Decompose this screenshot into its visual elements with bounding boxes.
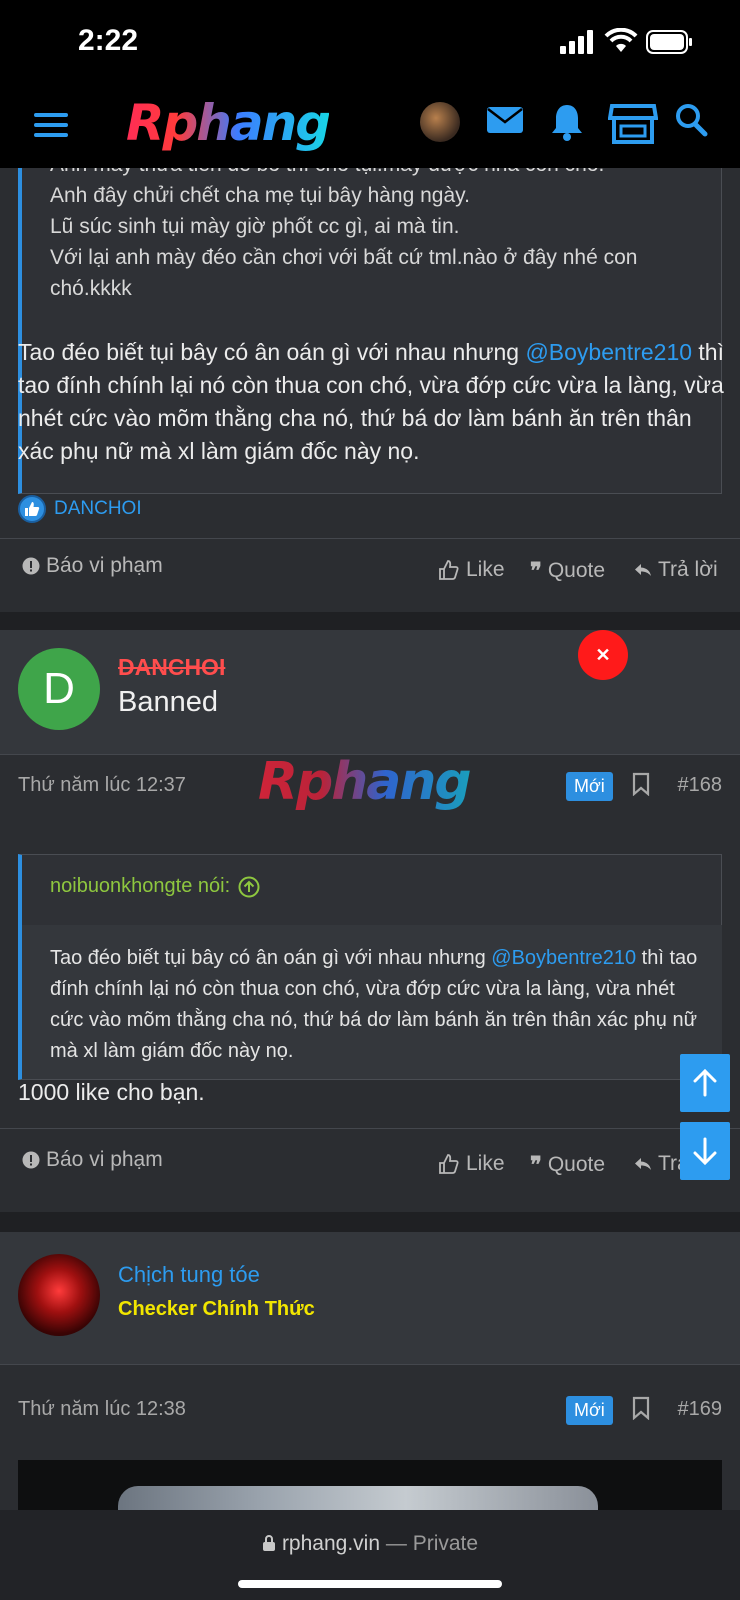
new-badge: Mới bbox=[566, 772, 613, 801]
quote-button[interactable]: ❞ Quote bbox=[530, 558, 605, 584]
quote-line: Anh đây chửi chết cha mẹ tụi bây hàng ng… bbox=[50, 184, 470, 207]
battery-icon bbox=[646, 30, 692, 54]
user-avatar-initial[interactable]: D bbox=[18, 648, 100, 730]
site-logo[interactable]: Rphang bbox=[126, 94, 331, 152]
url-display[interactable]: rphang.vin — Private bbox=[0, 1532, 740, 1556]
store-icon[interactable] bbox=[608, 102, 658, 146]
reaction-bar[interactable]: DANCHOI bbox=[18, 494, 142, 524]
image-preview bbox=[118, 1486, 598, 1510]
thumbs-up-icon bbox=[439, 1154, 459, 1174]
post-date[interactable]: Thứ năm lúc 12:37 bbox=[18, 774, 186, 797]
post-actions: Báo vi phạm Like ❞ Quote Trả lời bbox=[0, 1148, 740, 1188]
scroll-bottom-button[interactable] bbox=[680, 1122, 730, 1180]
new-badge: Mới bbox=[566, 1396, 613, 1425]
bookmark-icon[interactable] bbox=[632, 1396, 650, 1420]
divider bbox=[0, 1128, 740, 1129]
lock-icon bbox=[262, 1535, 275, 1551]
post-user-header: Chịch tung tóe Checker Chính Thức bbox=[0, 1232, 740, 1364]
browser-address-bar[interactable]: rphang.vin — Private bbox=[0, 1510, 740, 1600]
report-label: Báo vi phạm bbox=[46, 1148, 163, 1171]
like-label: Like bbox=[466, 558, 505, 581]
bell-icon[interactable] bbox=[550, 102, 584, 142]
alert-icon bbox=[22, 1151, 40, 1169]
reply-button[interactable]: Trả lời bbox=[634, 558, 718, 582]
report-label: Báo vi phạm bbox=[46, 554, 163, 577]
post-body: Tao đéo biết tụi bây có ân oán gì với nh… bbox=[18, 336, 728, 468]
post-separator bbox=[0, 612, 740, 630]
reply-label: Trả lời bbox=[658, 558, 718, 581]
quote-button[interactable]: ❞ Quote bbox=[530, 1152, 605, 1178]
user-title: Banned bbox=[118, 686, 218, 718]
hamburger-menu-icon[interactable] bbox=[34, 110, 68, 140]
wifi-icon bbox=[604, 28, 638, 52]
domain: rphang.vin bbox=[281, 1532, 381, 1555]
mention-link[interactable]: @Boybentre210 bbox=[491, 947, 636, 969]
report-button[interactable]: Báo vi phạm bbox=[22, 554, 163, 578]
post-separator bbox=[0, 1212, 740, 1232]
jump-up-icon bbox=[238, 876, 260, 897]
like-button[interactable]: Like bbox=[438, 558, 505, 582]
quote-header[interactable]: noibuonkhongte nói: bbox=[50, 875, 260, 898]
home-indicator[interactable] bbox=[238, 1580, 502, 1588]
arrow-down-icon bbox=[693, 1137, 717, 1165]
close-ad-button[interactable]: ✕ bbox=[578, 630, 628, 680]
quote-text: Tao đéo biết tụi bây có ân oán gì với nh… bbox=[50, 943, 710, 1067]
thread-content: Anh mày thừa tiền để bố thí cho tụi.mày … bbox=[0, 168, 740, 1510]
thumbs-up-icon bbox=[439, 560, 459, 580]
post-actions: Báo vi phạm Like ❞ Quote Trả lời bbox=[0, 554, 740, 594]
quote-icon: ❞ bbox=[530, 1152, 542, 1177]
user-avatar[interactable] bbox=[420, 102, 460, 142]
reply-icon bbox=[635, 1158, 651, 1170]
reply-icon bbox=[635, 564, 651, 576]
alert-icon bbox=[22, 557, 40, 575]
bookmark-icon[interactable] bbox=[632, 772, 650, 796]
quote-label: Quote bbox=[547, 559, 606, 582]
private-mode: Private bbox=[412, 1532, 479, 1555]
top-navbar: Rphang bbox=[0, 84, 740, 168]
username[interactable]: Chịch tung tóe bbox=[118, 1262, 260, 1288]
quote-label: Quote bbox=[547, 1153, 606, 1176]
post-number[interactable]: #169 bbox=[678, 1398, 723, 1421]
post-text: Tao đéo biết tụi bây có ân oán gì với nh… bbox=[18, 339, 526, 365]
status-bar: 2:22 bbox=[0, 0, 740, 84]
reaction-user[interactable]: DANCHOI bbox=[54, 498, 142, 520]
arrow-up-icon bbox=[693, 1069, 717, 1097]
like-button[interactable]: Like bbox=[438, 1152, 505, 1176]
post-date[interactable]: Thứ năm lúc 12:38 bbox=[18, 1398, 186, 1421]
post-user-header: D DANCHOI Banned bbox=[0, 630, 740, 754]
quote-line: Lũ súc sinh tụi mày giờ phốt cc gì, ai m… bbox=[50, 215, 460, 238]
banned-username[interactable]: DANCHOI bbox=[118, 654, 225, 681]
watermark-logo: Rphang bbox=[258, 752, 472, 812]
mail-icon[interactable] bbox=[486, 102, 524, 138]
post-body: 1000 like cho bạn. bbox=[18, 1079, 205, 1105]
quote-content: Tao đéo biết tụi bây có ân oán gì với nh… bbox=[22, 925, 722, 1079]
user-title: Checker Chính Thức bbox=[118, 1298, 315, 1320]
post-image[interactable] bbox=[18, 1460, 722, 1510]
post-number[interactable]: #168 bbox=[678, 774, 723, 797]
quote-author: noibuonkhongte nói: bbox=[50, 875, 231, 897]
scroll-top-button[interactable] bbox=[680, 1054, 730, 1112]
separator: — bbox=[380, 1532, 413, 1555]
quoted-message: noibuonkhongte nói: Tao đéo biết tụi bây… bbox=[18, 854, 722, 1080]
report-button[interactable]: Báo vi phạm bbox=[22, 1148, 163, 1172]
quote-text: Anh mày thừa tiền để bố thí cho tụi.mày … bbox=[50, 168, 710, 304]
like-reaction-icon bbox=[18, 495, 46, 523]
quote-line: Với lại anh mày đéo cần chơi với bất cứ … bbox=[50, 246, 638, 300]
user-avatar[interactable] bbox=[18, 1254, 100, 1336]
divider bbox=[0, 538, 740, 539]
mention-link[interactable]: @Boybentre210 bbox=[525, 339, 692, 365]
status-time: 2:22 bbox=[78, 24, 139, 57]
signal-icon bbox=[560, 30, 593, 54]
quote-icon: ❞ bbox=[530, 558, 542, 583]
search-icon[interactable] bbox=[674, 102, 708, 138]
quote-line: Anh mày thừa tiền để bố thí cho tụi.mày … bbox=[50, 168, 710, 180]
divider bbox=[0, 1364, 740, 1365]
like-label: Like bbox=[466, 1152, 505, 1175]
quote-text-part: Tao đéo biết tụi bây có ân oán gì với nh… bbox=[50, 947, 492, 969]
post-meta: Thứ năm lúc 12:38 Mới #169 bbox=[0, 1382, 740, 1442]
